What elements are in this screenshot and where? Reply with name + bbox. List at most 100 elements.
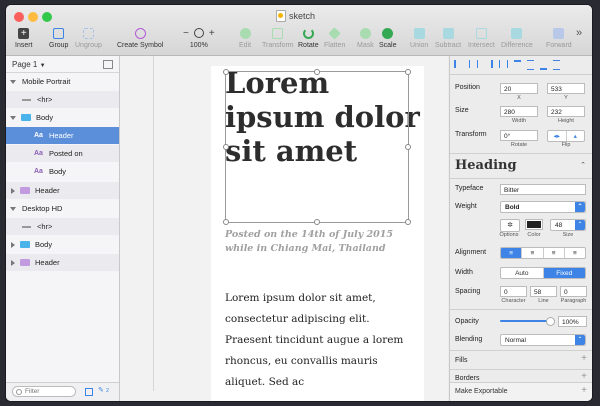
flip-vertical-icon[interactable]: ▴ xyxy=(567,131,585,141)
layer-artboard-mobile[interactable]: Mobile Portrait xyxy=(6,73,119,90)
add-border-icon[interactable]: + xyxy=(581,371,587,382)
align-middle-icon[interactable] xyxy=(527,60,534,70)
artboard[interactable]: Lorem ipsum dolor sit amet Posted on the… xyxy=(211,66,424,401)
zoom-out-icon[interactable]: − xyxy=(183,28,189,39)
y-field[interactable]: 533 xyxy=(547,83,585,94)
font-size-field[interactable]: 48 ⌃ xyxy=(550,219,586,231)
resize-handle[interactable] xyxy=(223,144,229,150)
zoom-button[interactable] xyxy=(42,12,52,22)
align-center-icon[interactable] xyxy=(469,60,478,68)
edit-button[interactable]: Edit xyxy=(239,26,251,49)
resize-handle[interactable] xyxy=(405,219,411,225)
pencil-icon[interactable]: ✎ xyxy=(98,386,104,394)
layer-text-header[interactable]: Aa Header xyxy=(6,127,119,144)
disclosure-open-icon[interactable] xyxy=(10,115,16,120)
resize-handle[interactable] xyxy=(223,219,229,225)
align-top-icon[interactable] xyxy=(514,60,521,70)
line-spacing-field[interactable]: 58 xyxy=(530,286,557,297)
borders-section[interactable]: Borders xyxy=(455,375,480,382)
align-left-icon[interactable] xyxy=(454,60,463,68)
fills-section[interactable]: Fills xyxy=(455,357,467,364)
align-text-left-icon[interactable]: ≡ xyxy=(501,248,523,258)
text-alignment-control[interactable]: ≡ ≡ ≡ ≡ xyxy=(500,247,586,259)
flip-control[interactable]: ◂▸ ▴ xyxy=(547,130,585,142)
canvas[interactable]: Lorem ipsum dolor sit amet Posted on the… xyxy=(120,56,448,401)
ungroup-button[interactable]: Ungroup xyxy=(75,26,102,49)
rotate-button[interactable]: Rotate xyxy=(298,26,319,49)
layer-group-header[interactable]: Header xyxy=(6,182,119,199)
layer-group-header[interactable]: Header xyxy=(6,254,119,271)
scale-button[interactable]: Scale xyxy=(379,26,397,49)
blending-dropdown[interactable]: Normal ⌃ xyxy=(500,334,586,346)
opacity-slider[interactable] xyxy=(500,317,555,326)
distribute-v-icon[interactable] xyxy=(553,60,560,70)
resize-handle[interactable] xyxy=(314,69,320,75)
text-options-button[interactable]: ✲ xyxy=(500,219,520,232)
resize-handle[interactable] xyxy=(405,144,411,150)
align-right-icon[interactable] xyxy=(484,60,493,68)
flatten-button[interactable]: Flatten xyxy=(324,26,345,49)
text-style-selector[interactable]: Heading ⌃ xyxy=(455,158,588,176)
layer-text-body[interactable]: Aa Body xyxy=(6,163,119,180)
layer-group-body[interactable]: Body xyxy=(6,236,119,253)
character-spacing-field[interactable]: 0 xyxy=(500,286,527,297)
align-text-center-icon[interactable]: ≡ xyxy=(522,248,544,258)
flip-horizontal-icon[interactable]: ◂▸ xyxy=(548,131,567,141)
paragraph-spacing-field[interactable]: 0 xyxy=(560,286,587,297)
insert-button[interactable]: + Insert xyxy=(15,26,33,49)
layer-group-body[interactable]: Body xyxy=(6,109,119,126)
subtract-button[interactable]: Subtract xyxy=(435,26,461,49)
group-button[interactable]: Group xyxy=(49,26,68,49)
layer-text-posted[interactable]: Aa Posted on xyxy=(6,145,119,162)
close-button[interactable] xyxy=(14,12,24,22)
make-exportable-label[interactable]: Make Exportable xyxy=(455,388,508,395)
height-field[interactable]: 232 xyxy=(547,106,585,117)
text-color-swatch[interactable] xyxy=(525,219,543,230)
text-width-control[interactable]: Auto Fixed xyxy=(500,267,586,279)
disclosure-open-icon[interactable] xyxy=(10,206,16,211)
layer-artboard-desktop[interactable]: Desktop HD xyxy=(6,200,119,217)
typeface-field[interactable]: Bitter xyxy=(500,184,586,195)
resize-handle[interactable] xyxy=(223,69,229,75)
body-text[interactable]: Lorem ipsum dolor sit amet, consectetur … xyxy=(225,288,420,393)
rotate-field[interactable]: 0° xyxy=(500,130,538,141)
intersect-button[interactable]: Intersect xyxy=(468,26,495,49)
disclosure-closed-icon[interactable] xyxy=(11,259,15,266)
disclosure-closed-icon[interactable] xyxy=(11,241,15,248)
slider-thumb[interactable] xyxy=(546,317,555,326)
difference-button[interactable]: Difference xyxy=(501,26,533,49)
add-fill-icon[interactable]: + xyxy=(581,353,587,364)
disclosure-open-icon[interactable] xyxy=(10,79,16,84)
posted-on-text[interactable]: Posted on the 14th of July 2015 while in… xyxy=(225,228,405,256)
x-field[interactable]: 20 xyxy=(500,83,538,94)
zoom-in-icon[interactable]: + xyxy=(209,28,215,39)
resize-handle[interactable] xyxy=(314,219,320,225)
width-field[interactable]: 280 xyxy=(500,106,538,117)
distribute-h-icon[interactable] xyxy=(499,60,508,68)
resize-handle[interactable] xyxy=(405,69,411,75)
mask-button[interactable]: Mask xyxy=(357,26,374,49)
fixed-width-option[interactable]: Fixed xyxy=(543,268,585,278)
transform-button[interactable]: Transform xyxy=(262,26,294,49)
toggle-pages-icon[interactable] xyxy=(103,59,113,69)
page-selector[interactable]: Page 1 ▼ xyxy=(6,56,119,73)
copy-icon[interactable] xyxy=(85,388,93,396)
minimize-button[interactable] xyxy=(28,12,38,22)
zoom-control[interactable]: − + 100% xyxy=(183,26,215,50)
forward-button[interactable]: Forward xyxy=(546,26,572,49)
opacity-field[interactable]: 100% xyxy=(558,316,587,327)
union-button[interactable]: Union xyxy=(410,26,428,49)
disclosure-closed-icon[interactable] xyxy=(11,187,15,194)
layer-hr[interactable]: <hr> xyxy=(6,91,119,108)
selection-box[interactable] xyxy=(223,69,411,225)
toolbar-overflow-icon[interactable]: » xyxy=(576,27,582,39)
stepper-icon[interactable]: ⌃ xyxy=(580,161,586,169)
create-symbol-button[interactable]: Create Symbol xyxy=(117,26,163,49)
stepper-icon[interactable]: ⌃ xyxy=(575,220,585,230)
align-text-justify-icon[interactable]: ≡ xyxy=(565,248,585,258)
weight-dropdown[interactable]: Bold ⌃ xyxy=(500,201,586,213)
add-export-icon[interactable]: + xyxy=(581,385,587,396)
layer-hr[interactable]: <hr> xyxy=(6,218,119,235)
align-text-right-icon[interactable]: ≡ xyxy=(544,248,565,258)
auto-width-option[interactable]: Auto xyxy=(501,268,544,278)
